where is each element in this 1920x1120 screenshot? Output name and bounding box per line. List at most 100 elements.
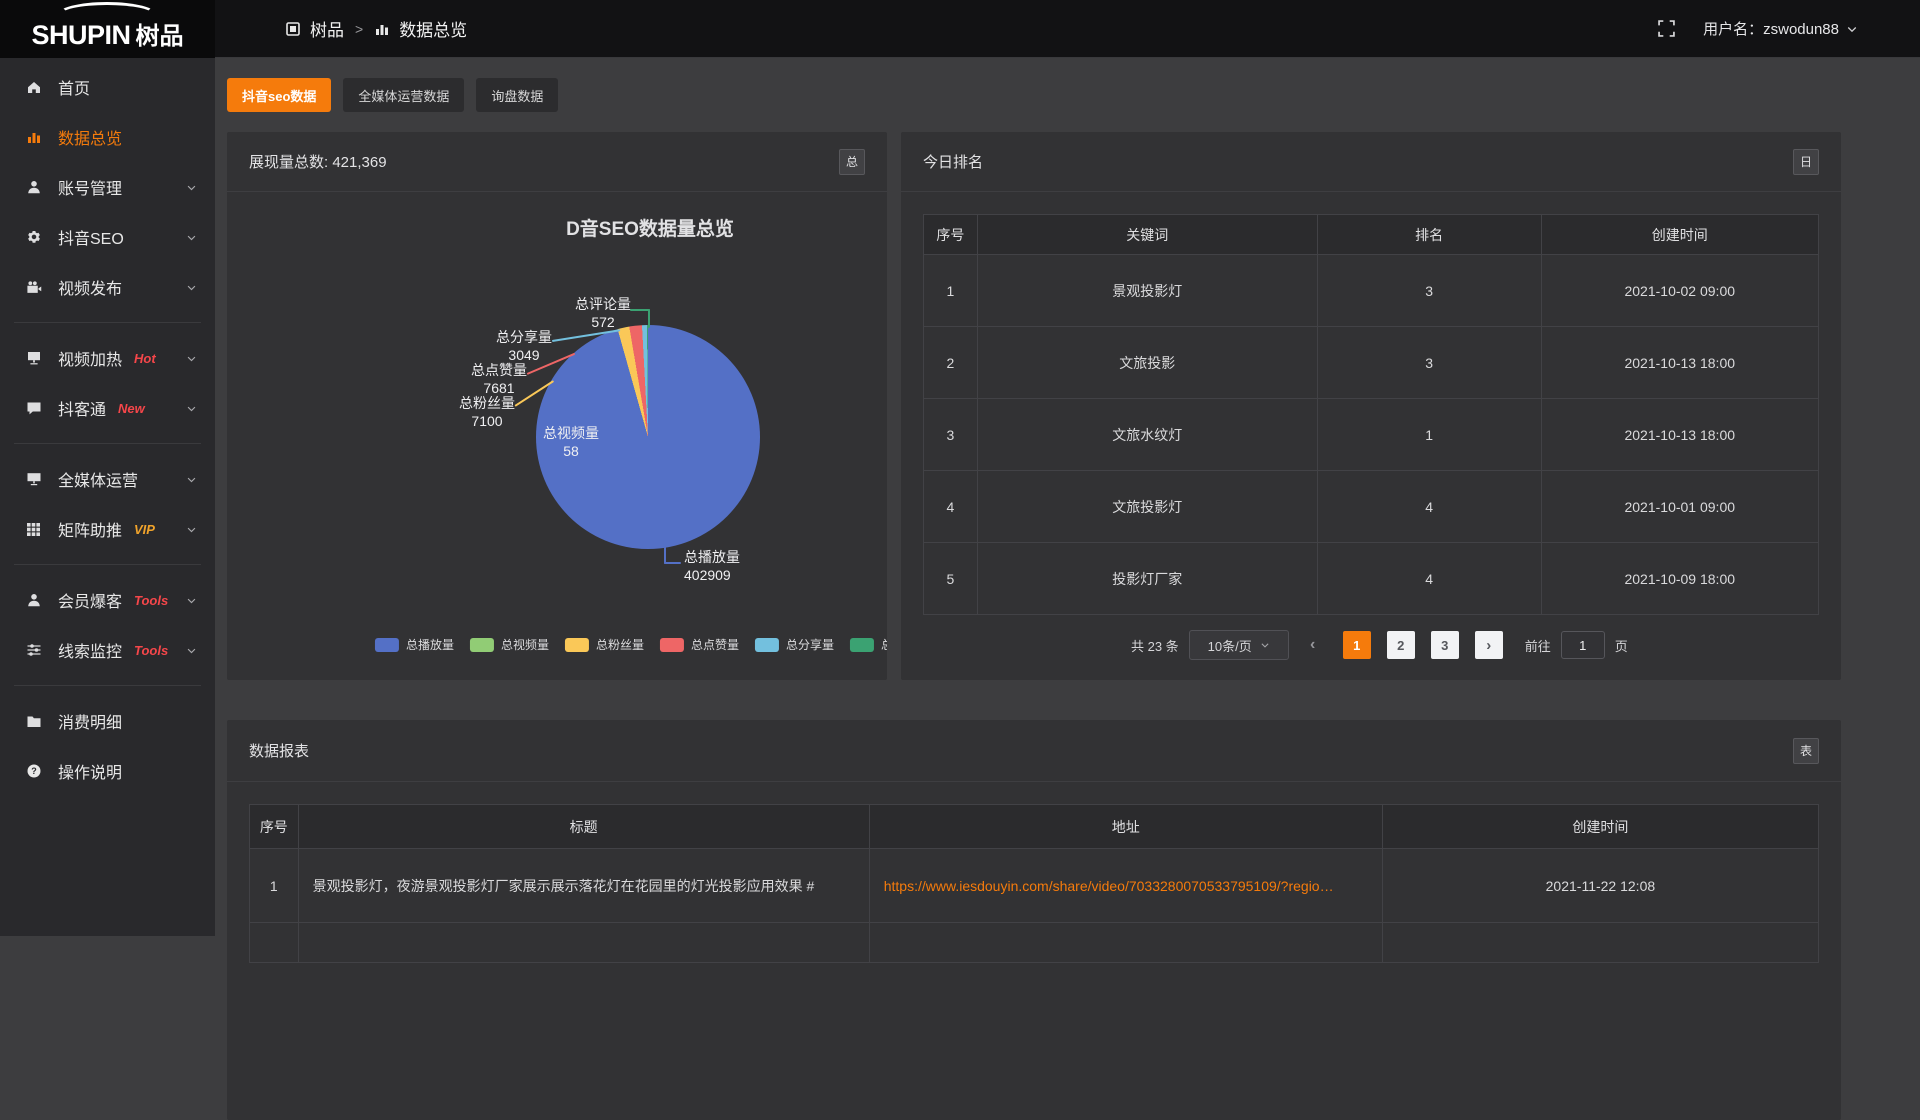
vip-badge: VIP bbox=[134, 522, 155, 537]
next-page-button[interactable]: › bbox=[1475, 631, 1503, 659]
legend-item[interactable]: 总点赞量 bbox=[660, 636, 739, 653]
table-row-partial bbox=[250, 923, 1819, 963]
sidebar-divider bbox=[14, 322, 201, 323]
col-header-url: 地址 bbox=[869, 805, 1382, 849]
today-ranking-panel: 今日排名 日 序号 关键词 排名 创建时间 1景观投影灯32021-10-02 … bbox=[901, 132, 1841, 680]
prev-page-button[interactable]: ‹ bbox=[1299, 631, 1327, 659]
sidebar-item-label: 抖音SEO bbox=[58, 225, 124, 249]
chevron-down-icon bbox=[186, 353, 197, 364]
fullscreen-icon[interactable] bbox=[1658, 20, 1675, 37]
page-button-2[interactable]: 2 bbox=[1387, 631, 1415, 659]
screen-icon bbox=[26, 350, 43, 366]
hot-badge: Hot bbox=[134, 351, 156, 366]
video-url-link[interactable]: https://www.iesdouyin.com/share/video/70… bbox=[869, 849, 1382, 923]
chevron-down-icon bbox=[186, 524, 197, 535]
chevron-down-icon bbox=[186, 232, 197, 243]
sidebar-item-account[interactable]: 账号管理 bbox=[0, 162, 215, 212]
breadcrumb-root[interactable]: 树品 bbox=[310, 16, 344, 41]
col-header-no: 序号 bbox=[250, 805, 299, 849]
sidebar-item-doukutong[interactable]: 抖客通 New bbox=[0, 383, 215, 433]
report-table: 序号 标题 地址 创建时间 1 景观投影灯，夜游景观投影灯厂家展示展示落花灯在花… bbox=[249, 804, 1819, 963]
chat-icon bbox=[26, 401, 43, 416]
table-row[interactable]: 1 景观投影灯，夜游景观投影灯厂家展示展示落花灯在花园里的灯光投影应用效果 # … bbox=[250, 849, 1819, 923]
sidebar-item-member-burst[interactable]: 会员爆客 Tools bbox=[0, 575, 215, 625]
table-header-row: 序号 关键词 排名 创建时间 bbox=[924, 215, 1819, 255]
username-label: 用户名：zswodun88 bbox=[1703, 18, 1839, 39]
tools-badge: Tools bbox=[134, 593, 168, 608]
sidebar-item-home[interactable]: 首页 bbox=[0, 62, 215, 112]
sidebar: 首页 数据总览 账号管理 抖音SEO 视频发布 视频加热 Hot 抖客通 New… bbox=[0, 58, 215, 936]
legend-item[interactable]: 总粉丝量 bbox=[565, 636, 644, 653]
sidebar-item-help[interactable]: ? 操作说明 bbox=[0, 746, 215, 796]
table-row[interactable]: 5投影灯厂家42021-10-09 18:00 bbox=[924, 543, 1819, 615]
col-header-title: 标题 bbox=[298, 805, 869, 849]
sidebar-item-lead-monitor[interactable]: 线索监控 Tools bbox=[0, 625, 215, 675]
legend-item[interactable]: 总视频量 bbox=[470, 636, 549, 653]
sidebar-divider bbox=[14, 443, 201, 444]
sidebar-divider bbox=[14, 564, 201, 565]
sidebar-item-video-heat[interactable]: 视频加热 Hot bbox=[0, 333, 215, 383]
sidebar-item-media-operation[interactable]: 全媒体运营 bbox=[0, 454, 215, 504]
table-row[interactable]: 4文旅投影灯42021-10-01 09:00 bbox=[924, 471, 1819, 543]
sidebar-item-data-overview[interactable]: 数据总览 bbox=[0, 112, 215, 162]
legend-swatch bbox=[660, 638, 684, 652]
col-header-created: 创建时间 bbox=[1541, 215, 1818, 255]
breadcrumb-separator: > bbox=[355, 21, 363, 37]
home-icon bbox=[26, 79, 43, 95]
topbar: SHUPIN 树品 树品 > 数据总览 用户名：zswodun88 bbox=[0, 0, 1920, 58]
table-row[interactable]: 2文旅投影32021-10-13 18:00 bbox=[924, 327, 1819, 399]
page-button-1[interactable]: 1 bbox=[1343, 631, 1371, 659]
app-logo[interactable]: SHUPIN 树品 bbox=[31, 8, 183, 51]
bar-chart-icon bbox=[374, 21, 390, 37]
ranking-panel-title: 今日排名 bbox=[923, 151, 983, 172]
sidebar-item-label: 会员爆客 bbox=[58, 588, 122, 612]
pie-label-fans: 总粉丝量7100 bbox=[459, 394, 515, 430]
total-toggle-button[interactable]: 总 bbox=[839, 149, 865, 175]
pie-label-comments: 总评论量572 bbox=[575, 295, 631, 331]
seo-chart-panel: 展现量总数: 421,369 总 D音SEO数据量总览 总评论量572 总分享量… bbox=[227, 132, 887, 680]
tab-douyin-seo-data[interactable]: 抖音seo数据 bbox=[227, 78, 331, 112]
chart-title: D音SEO数据量总览 bbox=[566, 214, 734, 241]
legend-swatch bbox=[850, 638, 874, 652]
sidebar-item-douyin-seo[interactable]: 抖音SEO bbox=[0, 212, 215, 262]
sliders-icon bbox=[26, 642, 43, 658]
legend-item[interactable]: 总分享量 bbox=[755, 636, 834, 653]
chevron-down-icon bbox=[186, 182, 197, 193]
legend-swatch bbox=[755, 638, 779, 652]
pie-label-shares: 总分享量3049 bbox=[496, 328, 552, 364]
leader-line bbox=[648, 309, 650, 328]
pie-label-videos: 总视频量58 bbox=[543, 424, 599, 460]
table-header-row: 序号 标题 地址 创建时间 bbox=[250, 805, 1819, 849]
legend-item[interactable]: 总播放量 bbox=[375, 636, 454, 653]
sidebar-item-label: 全媒体运营 bbox=[58, 467, 138, 491]
table-row[interactable]: 3文旅水纹灯12021-10-13 18:00 bbox=[924, 399, 1819, 471]
table-row[interactable]: 1景观投影灯32021-10-02 09:00 bbox=[924, 255, 1819, 327]
grid-icon bbox=[26, 522, 43, 537]
page-button-3[interactable]: 3 bbox=[1431, 631, 1459, 659]
tab-inquiry-data[interactable]: 询盘数据 bbox=[476, 78, 558, 112]
sidebar-item-consumption[interactable]: 消费明细 bbox=[0, 696, 215, 746]
pie-label-plays: 总播放量402909 bbox=[684, 548, 740, 584]
breadcrumb: 树品 > 数据总览 bbox=[285, 16, 467, 41]
legend-item[interactable]: 总评论量 bbox=[850, 636, 887, 653]
sidebar-item-label: 首页 bbox=[58, 75, 90, 99]
day-toggle-button[interactable]: 日 bbox=[1793, 149, 1819, 175]
video-camera-icon bbox=[26, 280, 43, 295]
report-panel-title: 数据报表 bbox=[249, 740, 309, 761]
pagination: 共 23 条 10条/页 ‹ 1 2 3 › 前往 页 bbox=[1131, 630, 1841, 660]
user-icon bbox=[26, 179, 43, 195]
page-size-select[interactable]: 10条/页 bbox=[1189, 630, 1289, 660]
tab-media-operation-data[interactable]: 全媒体运营数据 bbox=[343, 78, 464, 112]
col-header-rank: 排名 bbox=[1317, 215, 1541, 255]
chevron-down-icon bbox=[186, 403, 197, 414]
user-menu[interactable]: 用户名：zswodun88 bbox=[1703, 18, 1858, 39]
chevron-down-icon bbox=[186, 282, 197, 293]
table-toggle-button[interactable]: 表 bbox=[1793, 738, 1819, 764]
goto-page-input[interactable] bbox=[1561, 631, 1605, 659]
leader-line bbox=[630, 309, 650, 311]
sidebar-item-matrix-boost[interactable]: 矩阵助推 VIP bbox=[0, 504, 215, 554]
app-square-icon bbox=[285, 21, 301, 37]
legend-swatch bbox=[470, 638, 494, 652]
sidebar-item-video-publish[interactable]: 视频发布 bbox=[0, 262, 215, 312]
pie-chart: D音SEO数据量总览 总评论量572 总分享量3049 总点赞量7681 总粉丝… bbox=[227, 192, 887, 679]
